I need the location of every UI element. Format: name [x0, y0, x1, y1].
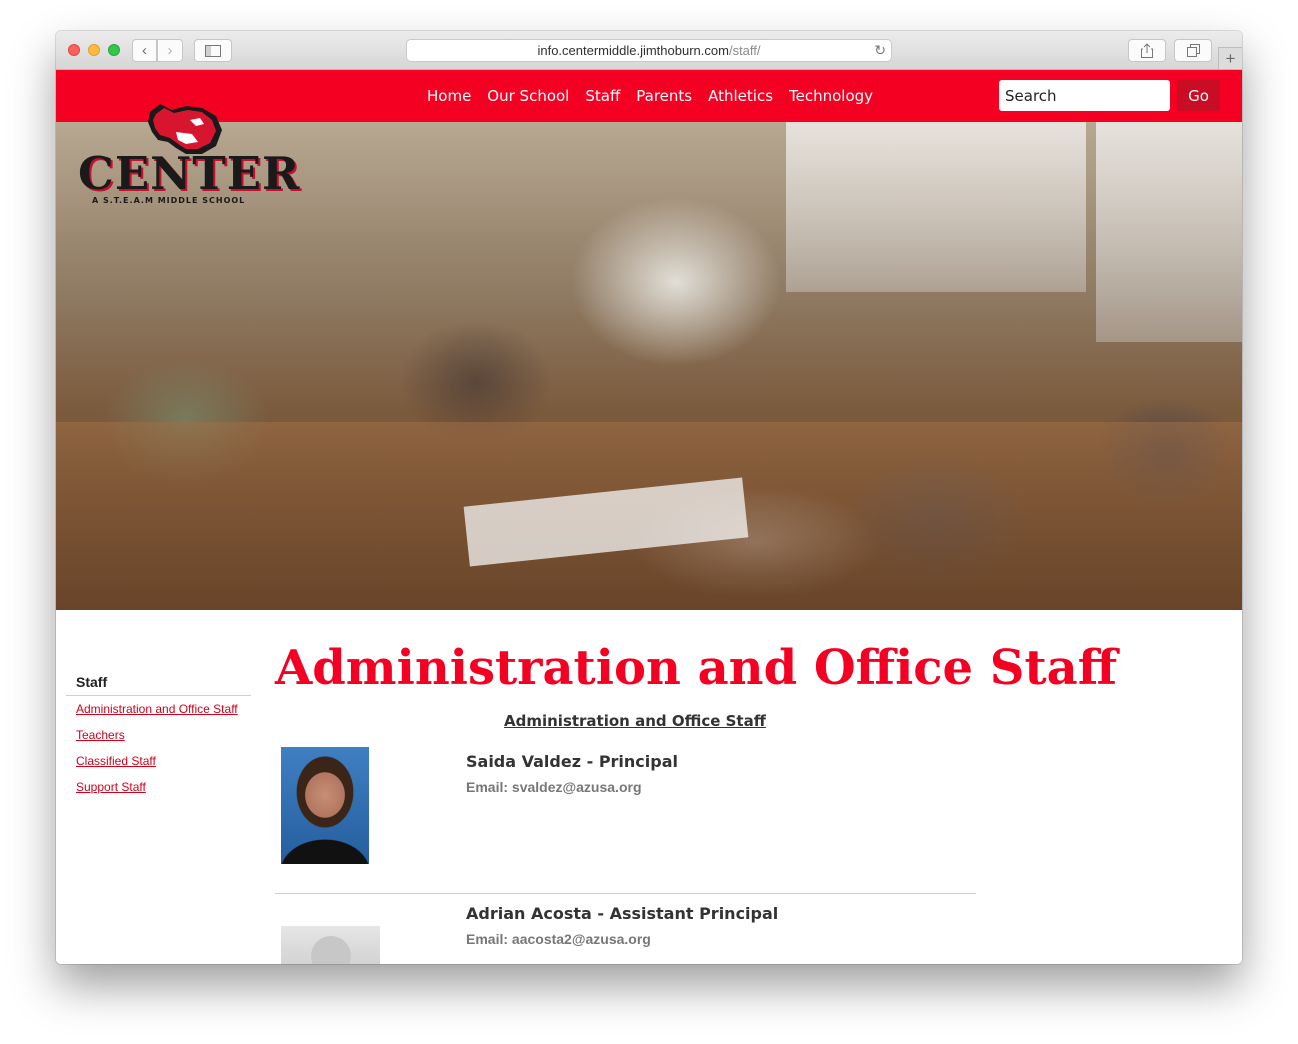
search-input[interactable] — [999, 80, 1170, 111]
staff-email: Email: aacosta2@azusa.org — [466, 931, 651, 947]
tabs-icon — [1186, 44, 1200, 57]
sidebar-item-support-staff[interactable]: Support Staff — [66, 780, 251, 798]
logo-title: CENTER — [78, 147, 301, 200]
sidebar-item-administration[interactable]: Administration and Office Staff — [66, 702, 251, 720]
main-nav: Home Our School Staff Parents Athletics … — [427, 70, 873, 122]
sidebar-item-classified-staff[interactable]: Classified Staff — [66, 754, 251, 772]
nav-our-school[interactable]: Our School — [487, 87, 569, 105]
nav-athletics[interactable]: Athletics — [708, 87, 773, 105]
browser-window: ‹ › info.centermiddle.jimthoburn.com/sta… — [56, 31, 1242, 964]
staff-divider — [275, 893, 976, 894]
plus-icon: + — [1225, 48, 1236, 68]
page-viewport: Home Our School Staff Parents Athletics … — [56, 70, 1242, 964]
minimize-window-button[interactable] — [88, 44, 100, 56]
chevron-right-icon: › — [167, 42, 173, 59]
school-logo[interactable]: CENTER A S.T.E.A.M MIDDLE SCHOOL — [78, 102, 299, 210]
forward-button[interactable]: › — [157, 39, 183, 62]
reload-icon[interactable]: ↻ — [874, 40, 886, 61]
section-heading: Administration and Office Staff — [504, 712, 766, 730]
logo-subtitle: A S.T.E.A.M MIDDLE SCHOOL — [92, 196, 246, 205]
browser-titlebar: ‹ › info.centermiddle.jimthoburn.com/sta… — [56, 31, 1242, 70]
sidebar-item-teachers[interactable]: Teachers — [66, 728, 251, 746]
staff-photo — [281, 747, 369, 864]
back-button[interactable]: ‹ — [132, 39, 157, 62]
show-tabs-button[interactable] — [1174, 39, 1212, 62]
zoom-window-button[interactable] — [108, 44, 120, 56]
sidebar-toggle-button[interactable] — [194, 39, 232, 62]
share-icon — [1141, 43, 1153, 58]
nav-home[interactable]: Home — [427, 87, 471, 105]
chevron-left-icon: ‹ — [142, 42, 147, 59]
share-button[interactable] — [1128, 39, 1166, 62]
address-bar[interactable]: info.centermiddle.jimthoburn.com/staff/ … — [406, 39, 892, 62]
sidebar-heading: Staff — [66, 670, 251, 696]
staff-name: Adrian Acosta - Assistant Principal — [466, 904, 779, 923]
main-content: Staff Administration and Office Staff Te… — [56, 610, 1242, 964]
url-path: /staff/ — [728, 43, 761, 58]
staff-photo — [281, 926, 380, 964]
go-button[interactable]: Go — [1177, 80, 1220, 111]
nav-technology[interactable]: Technology — [789, 87, 873, 105]
new-tab-button[interactable]: + — [1218, 47, 1242, 69]
page-title: Administration and Office Staff — [275, 640, 1118, 696]
close-window-button[interactable] — [68, 44, 80, 56]
staff-email: Email: svaldez@azusa.org — [466, 779, 642, 795]
sidebar-nav: Staff Administration and Office Staff Te… — [66, 670, 251, 798]
nav-staff[interactable]: Staff — [585, 87, 620, 105]
staff-name: Saida Valdez - Principal — [466, 752, 679, 771]
sidebar-icon — [205, 44, 221, 57]
nav-parents[interactable]: Parents — [636, 87, 692, 105]
url-host: info.centermiddle.jimthoburn.com — [537, 43, 729, 58]
